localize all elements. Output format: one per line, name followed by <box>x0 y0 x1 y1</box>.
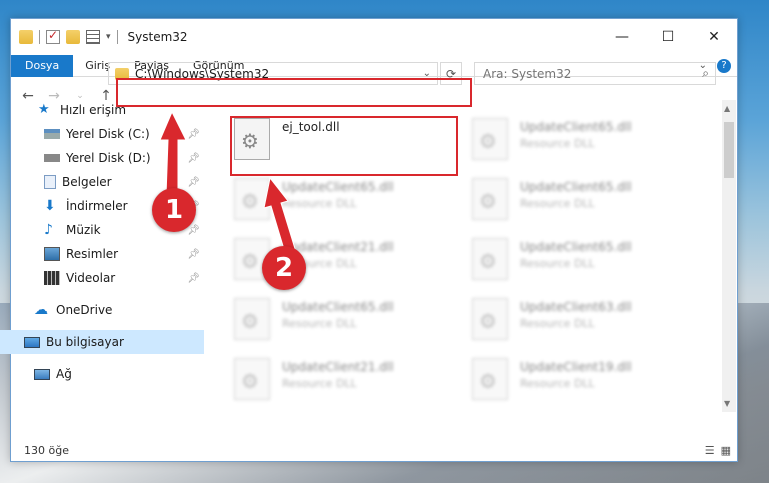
arrow-2 <box>263 176 297 257</box>
annotation-arrows <box>159 110 297 257</box>
arrow-1 <box>159 110 187 197</box>
step-marker-1: 1 <box>152 188 196 232</box>
step-marker-2: 2 <box>262 246 306 290</box>
